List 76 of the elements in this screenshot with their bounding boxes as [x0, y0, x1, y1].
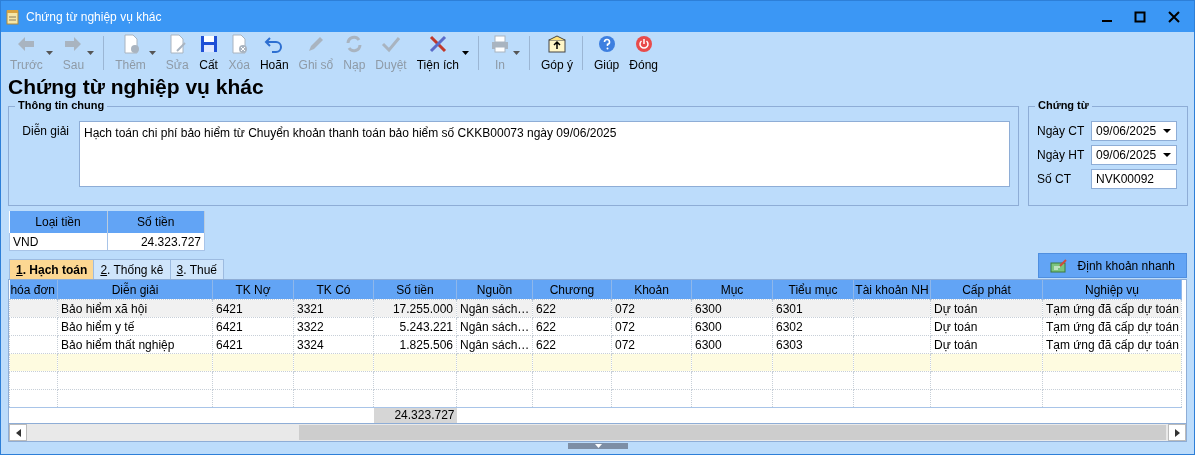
table-cell: 6421: [216, 319, 243, 334]
column-header: Tài khoản NH: [853, 280, 931, 300]
tab[interactable]: 3. Thuế: [169, 259, 225, 279]
column-header: Cấp phát: [930, 280, 1043, 300]
toolbar-button[interactable]: Giúp: [588, 34, 625, 72]
column-header: Loại tiền: [9, 211, 107, 233]
column-header: Mục: [691, 280, 773, 300]
field-label: Ngày CT: [1037, 124, 1086, 138]
table-cell: 072: [615, 337, 636, 352]
table-cell: 6300: [695, 337, 722, 352]
table-cell: 622: [536, 319, 557, 334]
table-cell: 6303: [776, 337, 803, 352]
text-field[interactable]: NVK00092: [1091, 169, 1177, 189]
table-cell: 6301: [776, 301, 803, 316]
table-cell: 3324: [297, 337, 324, 352]
table-cell: 6421: [216, 301, 243, 316]
table-cell: Bảo hiểm thất nghiệp: [61, 337, 175, 352]
column-header: Tiểu mục: [772, 280, 854, 300]
toolbar-button[interactable]: Cất: [193, 34, 224, 72]
table-cell: 24.323.727: [107, 233, 205, 251]
quick-entry-button[interactable]: Định khoản nhanh: [1037, 253, 1187, 278]
tab[interactable]: 1. Hạch toán: [9, 259, 95, 279]
table-cell: 3321: [297, 301, 324, 316]
table-cell: Bảo hiểm xã hội: [61, 301, 148, 316]
table-cell: Ngân sách…: [460, 301, 530, 316]
table-cell: Bảo hiểm y tế: [61, 319, 135, 334]
toolbar-button[interactable]: Hoãn: [254, 34, 294, 72]
table-cell: 6302: [776, 319, 803, 334]
column-header: TK Nợ: [212, 280, 294, 300]
table-cell: Dự toán: [934, 319, 978, 334]
column-header: Nguồn: [456, 280, 533, 300]
tab[interactable]: 2. Thống kê: [93, 259, 171, 279]
table-row[interactable]: Bảo hiểm xã hội 6421 3321 17.255.000 Ngân sách… 622 072 6300 6301 Dự toán Tạm ứng đã cấp dự toán: [9, 299, 1182, 318]
table-cell: 17.255.000: [392, 301, 453, 316]
table-cell: 622: [536, 301, 557, 316]
table-cell: Tạm ứng đã cấp dự toán: [1046, 337, 1179, 352]
table-cell: Ngân sách…: [460, 319, 530, 334]
table-cell: 6421: [216, 337, 243, 352]
table-cell: 3322: [297, 319, 324, 334]
table-cell: Dự toán: [934, 337, 978, 352]
date-field[interactable]: 09/06/2025: [1091, 145, 1177, 165]
column-header: Chương: [532, 280, 612, 300]
column-header: Khoản: [611, 280, 692, 300]
toolbar-button[interactable]: Đóng: [624, 34, 663, 72]
total-cell: 24.323.727: [373, 407, 457, 423]
column-header: Số tiền: [373, 280, 457, 300]
table-row[interactable]: Bảo hiểm y tế 6421 3322 5.243.221 Ngân sách… 622 072 6300 6302 Dự toán Tạm ứng đã cấp dự toán: [9, 317, 1182, 336]
field-label: Diễn giải: [21, 122, 69, 140]
table-cell: 1.825.506: [399, 337, 453, 352]
table-cell: 5.243.221: [399, 319, 453, 334]
table-cell: Tạm ứng đã cấp dự toán: [1046, 301, 1179, 316]
table-cell: 072: [615, 301, 636, 316]
table-cell: 622: [536, 337, 557, 352]
column-header: Số tiền: [107, 211, 205, 233]
description-field[interactable]: Hạch toán chi phí bảo hiểm từ Chuyển khoản thanh toán bảo hiểm số CKKB00073 ngày 09/06/2025: [79, 121, 1010, 187]
date-field[interactable]: 09/06/2025: [1091, 121, 1177, 141]
table-row[interactable]: Bảo hiểm thất nghiệp 6421 3324 1.825.506 Ngân sách… 622 072 6300 6303 Dự toán Tạm ứng đã cấp dự toán: [9, 335, 1182, 354]
table-cell: 6300: [695, 301, 722, 316]
field-label: Số CT: [1037, 172, 1072, 186]
table-cell: VND: [9, 233, 107, 251]
table-cell: Ngân sách…: [460, 337, 530, 352]
table-cell: 6300: [695, 319, 722, 334]
table-cell: Dự toán: [934, 301, 978, 316]
group-title: Thông tin chung: [15, 99, 108, 111]
column-header: hóa đơn: [9, 280, 58, 300]
column-header: Diễn giải: [57, 280, 213, 300]
table-cell: 072: [615, 319, 636, 334]
column-header: TK Có: [293, 280, 374, 300]
group-title: Chứng từ: [1035, 99, 1092, 111]
table-cell: Tạm ứng đã cấp dự toán: [1046, 319, 1179, 334]
page-heading: Chứng từ nghiệp vụ khác: [8, 74, 265, 100]
toolbar-button[interactable]: Góp ý: [535, 34, 578, 72]
column-header: Nghiệp vụ: [1042, 280, 1182, 300]
field-label: Ngày HT: [1037, 148, 1086, 162]
window-title: Chứng từ nghiệp vụ khác: [26, 9, 163, 24]
toolbar-button[interactable]: Tiện ích: [411, 34, 474, 72]
